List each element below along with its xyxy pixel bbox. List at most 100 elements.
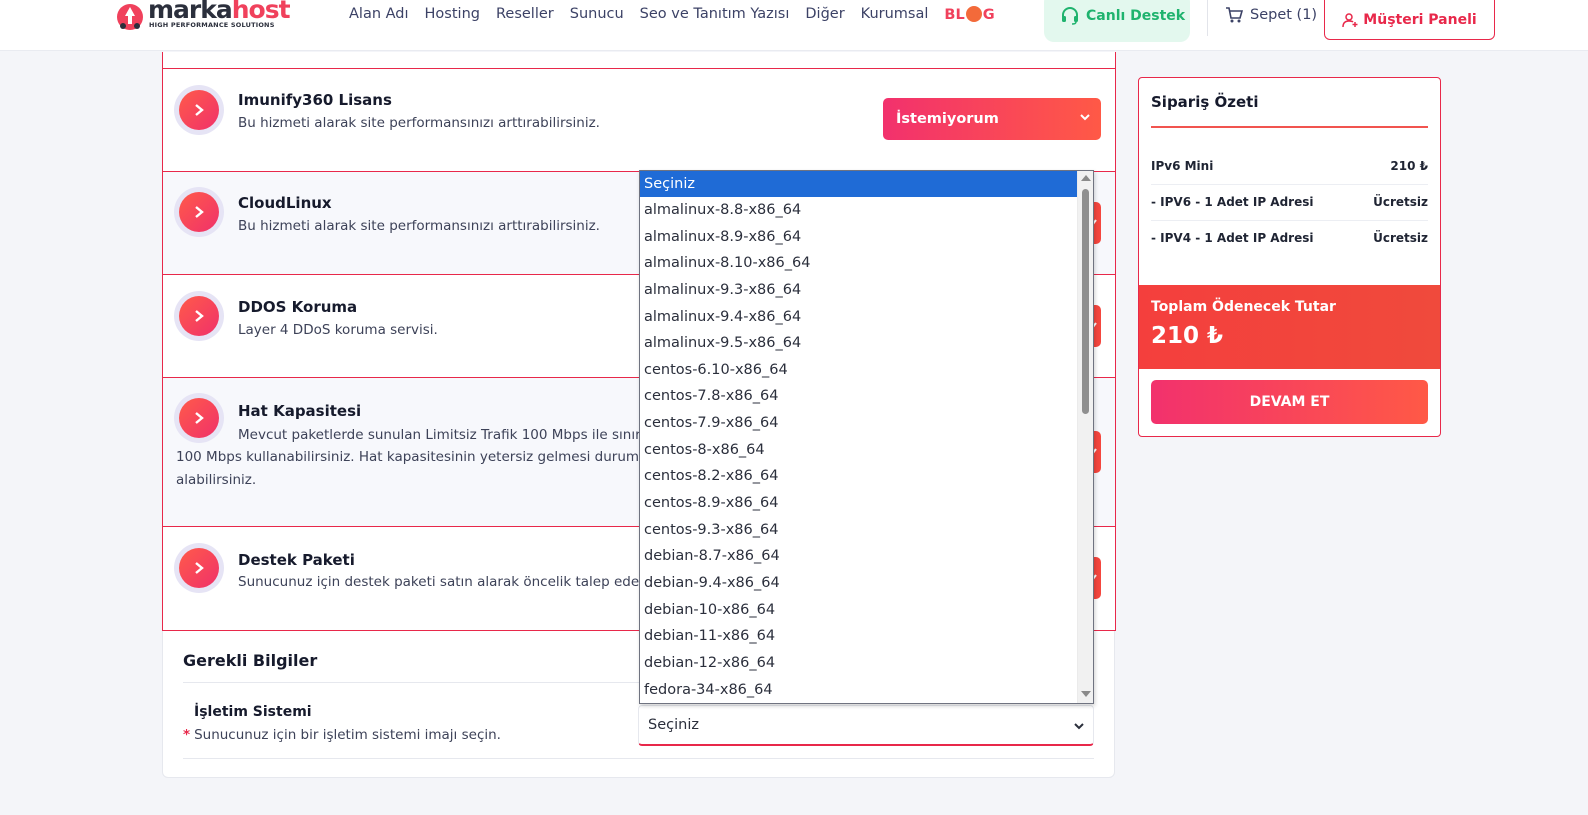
live-support-button[interactable]: Canlı Destek — [1044, 0, 1190, 42]
os-option[interactable]: debian-8.7-x86_64 — [640, 543, 1078, 570]
service-arrow — [174, 291, 224, 341]
service-title: Destek Paketi — [238, 551, 355, 569]
os-option[interactable]: centos-6.10-x86_64 — [640, 357, 1078, 384]
chevron-right-icon — [195, 412, 204, 424]
summary-row-label: - IPV6 - 1 Adet IP Adresi — [1151, 195, 1314, 209]
cart-label: Sepet (1) — [1250, 7, 1318, 23]
chevron-right-icon — [195, 104, 204, 116]
summary-row-value: Ücretsiz — [1373, 231, 1428, 245]
chevron-right-icon — [195, 206, 204, 218]
os-option[interactable]: centos-8-x86_64 — [640, 437, 1078, 464]
cart-icon — [1226, 7, 1243, 23]
os-option[interactable]: centos-7.8-x86_64 — [640, 383, 1078, 410]
customer-panel-button[interactable]: Müşteri Paneli — [1324, 0, 1495, 40]
nav-diger[interactable]: Diğer — [805, 6, 844, 23]
os-option[interactable]: Seçiniz — [640, 171, 1078, 197]
cart-link[interactable]: Sepet (1) — [1225, 6, 1317, 24]
blog-globe-icon — [965, 6, 982, 22]
nav-kurumsal[interactable]: Kurumsal — [861, 6, 929, 23]
customer-panel-label: Müşteri Paneli — [1363, 12, 1477, 28]
site-header: markahost HIGH PERFORMANCE SOLUTIONS Ala… — [0, 0, 1588, 51]
order-summary-title: Sipariş Özeti — [1151, 93, 1259, 111]
service-title: DDOS Koruma — [238, 298, 358, 316]
os-option[interactable]: fedora-34-x86_64 — [640, 677, 1078, 703]
total-value: 210 ₺ — [1151, 323, 1224, 349]
nav-alan-adi[interactable]: Alan Adı — [349, 6, 409, 23]
os-dropdown-list[interactable]: Seçiniz almalinux-8.8-x86_64 almalinux-8.9… — [639, 170, 1094, 704]
total-amount-block: Toplam Ödenecek Tutar 210 ₺ — [1139, 285, 1440, 369]
imunify360-select[interactable]: İstemiyorum — [883, 98, 1101, 140]
service-description: Bu hizmeti alarak site performansınızı a… — [238, 115, 600, 131]
service-description-line2: 100 Mbps kullanabilirsiniz. Hat kapasite… — [176, 449, 673, 465]
chevron-right-icon — [195, 310, 204, 322]
summary-row: - IPV6 - 1 Adet IP Adresi Ücretsiz — [1151, 185, 1428, 221]
summary-row: - IPV4 - 1 Adet IP Adresi Ücretsiz — [1151, 221, 1428, 257]
logo[interactable]: markahost HIGH PERFORMANCE SOLUTIONS — [115, 0, 291, 34]
header-divider — [1207, 0, 1208, 36]
summary-row: IPv6 Mini 210 ₺ — [1151, 149, 1428, 185]
service-title: Imunify360 Lisans — [238, 91, 392, 109]
os-option[interactable]: debian-12-x86_64 — [640, 650, 1078, 677]
nav-blog[interactable]: BL G — [944, 6, 995, 23]
service-description: Sunucunuz için destek paketi satın alara… — [238, 574, 659, 590]
os-option[interactable]: centos-9.3-x86_64 — [640, 517, 1078, 544]
main-nav: Alan Adı Hosting Reseller Sunucu Seo ve … — [349, 6, 995, 23]
chevron-right-icon — [195, 562, 204, 574]
required-info-title: Gerekli Bilgiler — [183, 651, 318, 670]
scrollbar-thumb[interactable] — [1082, 189, 1089, 414]
nav-seo[interactable]: Seo ve Tanıtım Yazısı — [640, 6, 790, 23]
os-options: Seçiniz almalinux-8.8-x86_64 almalinux-8.9… — [640, 171, 1078, 703]
os-option[interactable]: almalinux-8.10-x86_64 — [640, 250, 1078, 277]
summary-row-label: IPv6 Mini — [1151, 159, 1214, 173]
order-summary-underline — [1151, 126, 1428, 128]
os-select[interactable]: Seçiniz — [638, 705, 1094, 746]
summary-row-label: - IPV4 - 1 Adet IP Adresi — [1151, 231, 1314, 245]
required-info-bottom-divider — [183, 758, 1094, 759]
service-title: CloudLinux — [238, 194, 332, 212]
blog-label-start: BL — [944, 7, 965, 23]
os-option[interactable]: debian-9.4-x86_64 — [640, 570, 1078, 597]
os-select-value: Seçiniz — [648, 717, 699, 733]
os-option[interactable]: centos-8.2-x86_64 — [640, 463, 1078, 490]
os-option[interactable]: debian-11-x86_64 — [640, 623, 1078, 650]
service-description: Mevcut paketlerde sunulan Limitsiz Trafi… — [238, 427, 670, 443]
os-option[interactable]: almalinux-9.5-x86_64 — [640, 330, 1078, 357]
scroll-up-arrow-icon[interactable] — [1081, 175, 1091, 181]
summary-row-value: 210 ₺ — [1390, 159, 1428, 173]
blog-label-end: G — [982, 7, 995, 23]
service-description: Layer 4 DDoS koruma servisi. — [238, 322, 438, 338]
service-description: Bu hizmeti alarak site performansınızı a… — [238, 218, 600, 234]
required-star-icon: * — [183, 727, 191, 743]
nav-hosting[interactable]: Hosting — [425, 6, 480, 23]
summary-row-value: Ücretsiz — [1373, 195, 1428, 209]
nav-reseller[interactable]: Reseller — [496, 6, 554, 23]
live-support-label: Canlı Destek — [1086, 8, 1186, 24]
dropdown-scrollbar[interactable] — [1077, 171, 1093, 703]
os-option[interactable]: almalinux-9.3-x86_64 — [640, 277, 1078, 304]
headset-icon — [1062, 7, 1078, 25]
service-arrow — [174, 543, 224, 593]
service-arrow — [174, 85, 224, 135]
os-option[interactable]: centos-7.9-x86_64 — [640, 410, 1078, 437]
os-option[interactable]: debian-10-x86_64 — [640, 597, 1078, 624]
service-arrow — [174, 393, 224, 443]
os-hint-text: Sunucunuz için bir işletim sistemi imajı… — [194, 727, 501, 743]
nav-sunucu[interactable]: Sunucu — [570, 6, 624, 23]
imunify360-select-value: İstemiyorum — [896, 111, 999, 127]
os-option[interactable]: almalinux-9.4-x86_64 — [640, 304, 1078, 331]
os-hint: * Sunucunuz için bir işletim sistemi imaj… — [183, 727, 501, 743]
os-option[interactable]: centos-8.9-x86_64 — [640, 490, 1078, 517]
service-row-partial — [162, 52, 1116, 69]
chevron-down-icon — [1080, 114, 1090, 121]
os-option[interactable]: almalinux-8.8-x86_64 — [640, 197, 1078, 224]
service-title: Hat Kapasitesi — [238, 402, 362, 420]
chevron-down-icon — [1074, 723, 1084, 730]
os-option[interactable]: almalinux-8.9-x86_64 — [640, 224, 1078, 251]
service-arrow — [174, 187, 224, 237]
service-description-line3: alabilirsiniz. — [176, 472, 257, 488]
total-label: Toplam Ödenecek Tutar — [1151, 299, 1336, 315]
os-label: İşletim Sistemi — [194, 704, 312, 720]
scroll-down-arrow-icon[interactable] — [1081, 691, 1091, 697]
order-summary: Sipariş Özeti IPv6 Mini 210 ₺ - IPV6 - 1… — [1138, 77, 1441, 437]
continue-button[interactable]: DEVAM ET — [1151, 380, 1428, 424]
